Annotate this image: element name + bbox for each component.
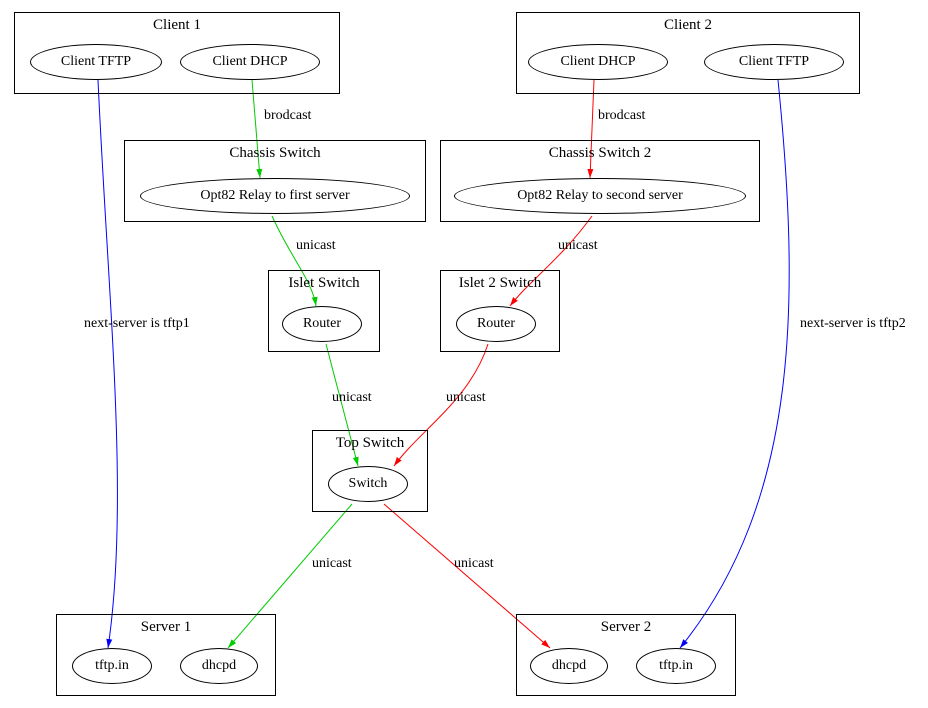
edge-label-brodcast1: brodcast bbox=[264, 108, 311, 124]
edge-label-unicast3: unicast bbox=[332, 390, 372, 406]
node-s2-tftp: tftp.in bbox=[636, 648, 716, 684]
node-client1-tftp-label: Client TFTP bbox=[61, 54, 131, 70]
node-s1-tftp: tftp.in bbox=[72, 648, 152, 684]
edge-label-unicast4: unicast bbox=[446, 390, 486, 406]
node-switch: Switch bbox=[328, 466, 408, 502]
node-opt82-2: Opt82 Relay to second server bbox=[454, 178, 746, 214]
node-opt82-1: Opt82 Relay to first server bbox=[140, 178, 410, 214]
node-router1: Router bbox=[282, 306, 362, 342]
edges-svg bbox=[0, 0, 928, 708]
node-opt82-2-label: Opt82 Relay to second server bbox=[517, 188, 683, 204]
cluster-client1-title: Client 1 bbox=[15, 13, 339, 36]
node-s1-dhcpd: dhcpd bbox=[180, 648, 258, 684]
node-switch-label: Switch bbox=[349, 476, 388, 492]
cluster-server2-title: Server 2 bbox=[517, 615, 735, 638]
cluster-chassis2-title: Chassis Switch 2 bbox=[441, 141, 759, 164]
node-s2-dhcpd: dhcpd bbox=[530, 648, 608, 684]
cluster-client2-title: Client 2 bbox=[517, 13, 859, 36]
cluster-chassis1-title: Chassis Switch bbox=[125, 141, 425, 164]
edge-label-nextserver2: next-server is tftp2 bbox=[800, 316, 906, 332]
node-s2-dhcpd-label: dhcpd bbox=[552, 658, 586, 674]
node-s1-dhcpd-label: dhcpd bbox=[202, 658, 236, 674]
node-client2-dhcp-label: Client DHCP bbox=[560, 54, 635, 70]
edge-label-unicast6: unicast bbox=[454, 556, 494, 572]
cluster-islet2-title: Islet 2 Switch bbox=[441, 271, 559, 294]
node-router1-label: Router bbox=[303, 316, 341, 332]
node-opt82-1-label: Opt82 Relay to first server bbox=[200, 188, 349, 204]
cluster-server1-title: Server 1 bbox=[57, 615, 275, 638]
node-s2-tftp-label: tftp.in bbox=[659, 658, 693, 674]
edge-label-brodcast2: brodcast bbox=[598, 108, 645, 124]
node-s1-tftp-label: tftp.in bbox=[95, 658, 129, 674]
node-client1-tftp: Client TFTP bbox=[30, 44, 162, 80]
cluster-top-title: Top Switch bbox=[313, 431, 427, 454]
node-client2-dhcp: Client DHCP bbox=[528, 44, 668, 80]
edge-label-unicast2: unicast bbox=[558, 238, 598, 254]
edge-label-unicast5: unicast bbox=[312, 556, 352, 572]
edge-label-nextserver1: next-server is tftp1 bbox=[84, 316, 190, 332]
node-client1-dhcp: Client DHCP bbox=[180, 44, 320, 80]
node-client2-tftp: Client TFTP bbox=[704, 44, 844, 80]
node-client2-tftp-label: Client TFTP bbox=[739, 54, 809, 70]
cluster-islet1-title: Islet Switch bbox=[269, 271, 379, 294]
edge-label-unicast1: unicast bbox=[296, 238, 336, 254]
node-router2-label: Router bbox=[477, 316, 515, 332]
node-client1-dhcp-label: Client DHCP bbox=[212, 54, 287, 70]
node-router2: Router bbox=[456, 306, 536, 342]
